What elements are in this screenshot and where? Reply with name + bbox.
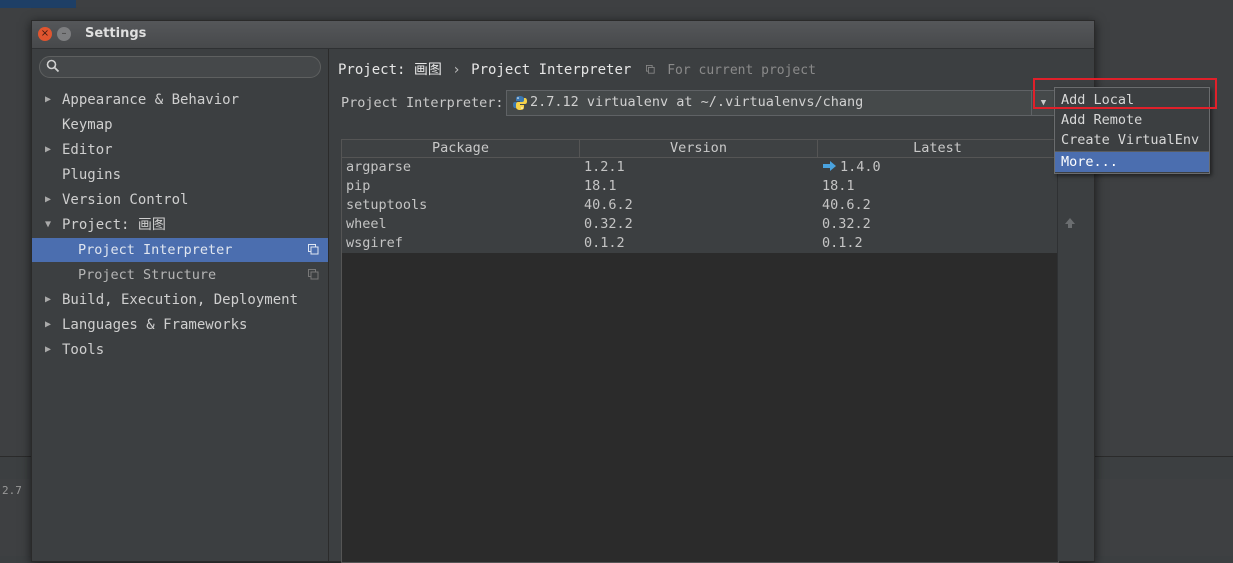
packages-table: Package Version Latest argparse 1.2.1 1.… [341, 139, 1059, 563]
package-latest: 40.6.2 [822, 197, 871, 213]
project-scope-icon [645, 65, 655, 74]
ide-status-text: 2.7 [2, 484, 22, 497]
settings-content: Project: 画图 › Project Interpreter For cu… [329, 49, 1094, 563]
package-name: pip [346, 178, 371, 194]
sidebar-item-label: Project Structure [78, 267, 217, 283]
settings-dialog: × – Settings ▶ Appearance & Behavior Key… [31, 20, 1095, 563]
sidebar-item-version-control[interactable]: ▶ Version Control [32, 188, 328, 212]
sidebar-item-label: Tools [62, 342, 105, 358]
expand-arrow-icon[interactable]: ▶ [45, 313, 51, 337]
minimize-window-button[interactable]: – [57, 27, 71, 41]
package-name: setuptools [346, 197, 428, 213]
sidebar-item-project-structure[interactable]: Project Structure [32, 263, 328, 287]
expand-arrow-icon[interactable]: ▶ [45, 338, 51, 362]
sidebar-item-project[interactable]: ▼ Project: 画图 [32, 213, 328, 237]
package-version: 1.2.1 [584, 159, 625, 175]
dialog-titlebar: × – Settings [32, 21, 1094, 49]
package-version: 0.1.2 [584, 235, 625, 251]
table-header: Package Version Latest [342, 140, 1058, 158]
annotation-highlight-box [1033, 78, 1217, 109]
package-latest: 1.4.0 [823, 158, 881, 177]
expand-arrow-icon[interactable]: ▶ [45, 188, 51, 212]
project-scope-icon [308, 269, 319, 280]
package-version: 18.1 [584, 178, 617, 194]
breadcrumb-separator: › [452, 62, 461, 78]
table-row[interactable]: argparse 1.2.1 1.4.0 [342, 158, 1058, 177]
close-window-button[interactable]: × [38, 27, 52, 41]
table-row[interactable]: wsgiref 0.1.2 0.1.2 [342, 234, 1058, 253]
expand-arrow-icon[interactable]: ▶ [45, 138, 51, 162]
sidebar-item-label: Plugins [62, 167, 122, 183]
breadcrumb-page: Project Interpreter [471, 62, 632, 78]
table-row[interactable]: pip 18.1 18.1 [342, 177, 1058, 196]
menu-item-add-remote[interactable]: Add Remote [1055, 110, 1209, 130]
package-latest: 18.1 [822, 178, 855, 194]
sidebar-item-appearance-behavior[interactable]: ▶ Appearance & Behavior [32, 88, 328, 112]
interpreter-select[interactable]: 2.7.12 virtualenv at ~/.virtualenvs/chan… [506, 90, 1056, 116]
package-toolbar [1057, 139, 1082, 561]
column-header-version[interactable]: Version [580, 140, 818, 157]
package-version: 0.32.2 [584, 216, 633, 232]
sidebar-item-project-interpreter[interactable]: Project Interpreter [32, 238, 328, 262]
sidebar-item-label: Appearance & Behavior [62, 92, 240, 108]
column-header-package[interactable]: Package [342, 140, 580, 157]
package-name: argparse [346, 159, 412, 175]
sidebar-item-label: Languages & Frameworks [62, 317, 248, 333]
sidebar-item-label: Build, Execution, Deployment [62, 292, 299, 308]
sidebar-item-label: Editor [62, 142, 113, 158]
menu-item-more[interactable]: More... [1055, 152, 1209, 172]
project-scope-icon [308, 244, 319, 255]
python-icon [513, 96, 527, 110]
menu-item-create-virtualenv[interactable]: Create VirtualEnv [1055, 130, 1209, 150]
interpreter-value: 2.7.12 virtualenv at ~/.virtualenvs/chan… [530, 94, 864, 110]
sidebar-item-label: Project: 画图 [62, 217, 166, 233]
package-latest-value: 1.4.0 [840, 159, 881, 175]
settings-search-input[interactable] [39, 56, 321, 78]
ide-tab-accent [0, 0, 76, 8]
sidebar-item-label: Project Interpreter [78, 242, 233, 258]
sidebar-item-build-execution-deployment[interactable]: ▶ Build, Execution, Deployment [32, 288, 328, 312]
sidebar-item-editor[interactable]: ▶ Editor [32, 138, 328, 162]
table-row[interactable]: wheel 0.32.2 0.32.2 [342, 215, 1058, 234]
package-name: wheel [346, 216, 387, 232]
scope-note: For current project [667, 63, 816, 78]
sidebar-item-label: Version Control [62, 192, 189, 208]
collapse-arrow-icon[interactable]: ▼ [45, 213, 51, 237]
dialog-title: Settings [85, 26, 147, 41]
sidebar-item-tools[interactable]: ▶ Tools [32, 338, 328, 362]
table-row[interactable]: setuptools 40.6.2 40.6.2 [342, 196, 1058, 215]
upgrade-arrow-icon [823, 161, 836, 171]
breadcrumb-project: Project: 画图 [338, 62, 442, 78]
expand-arrow-icon[interactable]: ▶ [45, 88, 51, 112]
column-header-latest[interactable]: Latest [818, 140, 1057, 157]
package-latest: 0.32.2 [822, 216, 871, 232]
interpreter-label: Project Interpreter: [341, 95, 504, 111]
sidebar-item-keymap[interactable]: Keymap [32, 113, 328, 137]
breadcrumb: Project: 画图 › Project Interpreter For cu… [338, 59, 816, 79]
sidebar-item-label: Keymap [62, 117, 113, 133]
settings-sidebar: ▶ Appearance & Behavior Keymap ▶ Editor … [32, 49, 329, 561]
sidebar-item-plugins[interactable]: Plugins [32, 163, 328, 187]
upgrade-package-icon[interactable] [1064, 217, 1076, 229]
package-version: 40.6.2 [584, 197, 633, 213]
search-icon [46, 59, 60, 73]
expand-arrow-icon[interactable]: ▶ [45, 288, 51, 312]
package-name: wsgiref [346, 235, 403, 251]
sidebar-item-languages-frameworks[interactable]: ▶ Languages & Frameworks [32, 313, 328, 337]
package-latest: 0.1.2 [822, 235, 863, 251]
